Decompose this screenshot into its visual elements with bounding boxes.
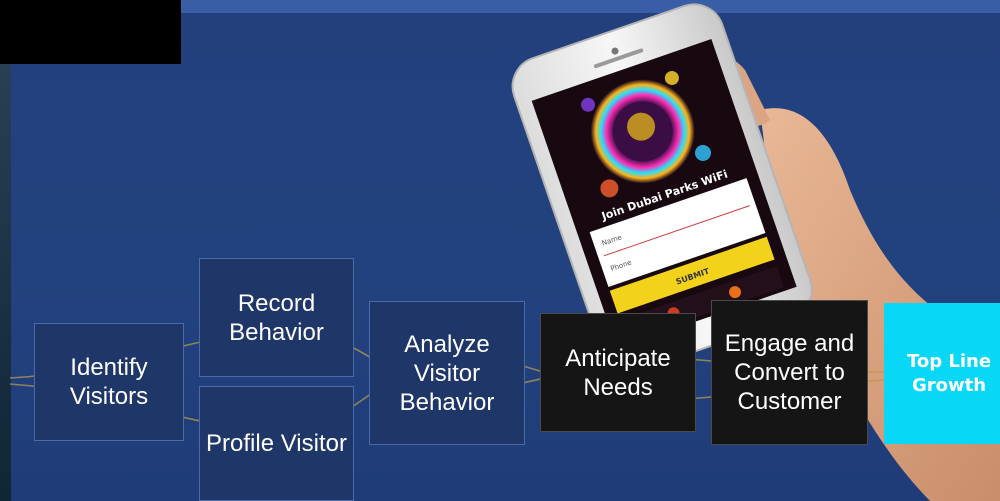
step-anticipate-needs: Anticipate Needs xyxy=(540,313,696,432)
step-analyze-visitor-behavior: Analyze Visitor Behavior xyxy=(369,301,525,445)
step-label: Profile Visitor xyxy=(206,430,347,457)
black-overlay-box xyxy=(0,0,181,64)
step-label: Engage and Convert to Customer xyxy=(724,330,855,415)
step-label: Anticipate Needs xyxy=(565,344,671,401)
step-top-line-growth: Top Line Growth xyxy=(884,303,1000,444)
step-record-behavior: Record Behavior xyxy=(199,258,354,377)
slide-background: Join Dubai Parks WiFi Name Phone SUBMIT … xyxy=(0,0,1000,501)
step-label: Top Line Growth xyxy=(906,350,992,396)
step-label: Identify Visitors xyxy=(69,354,149,410)
step-label: Analyze Visitor Behavior xyxy=(399,330,495,416)
step-label: Record Behavior xyxy=(229,289,324,346)
step-identify-visitors: Identify Visitors xyxy=(34,323,184,441)
step-engage-and-convert: Engage and Convert to Customer xyxy=(711,300,868,445)
step-profile-visitor: Profile Visitor xyxy=(199,386,354,501)
